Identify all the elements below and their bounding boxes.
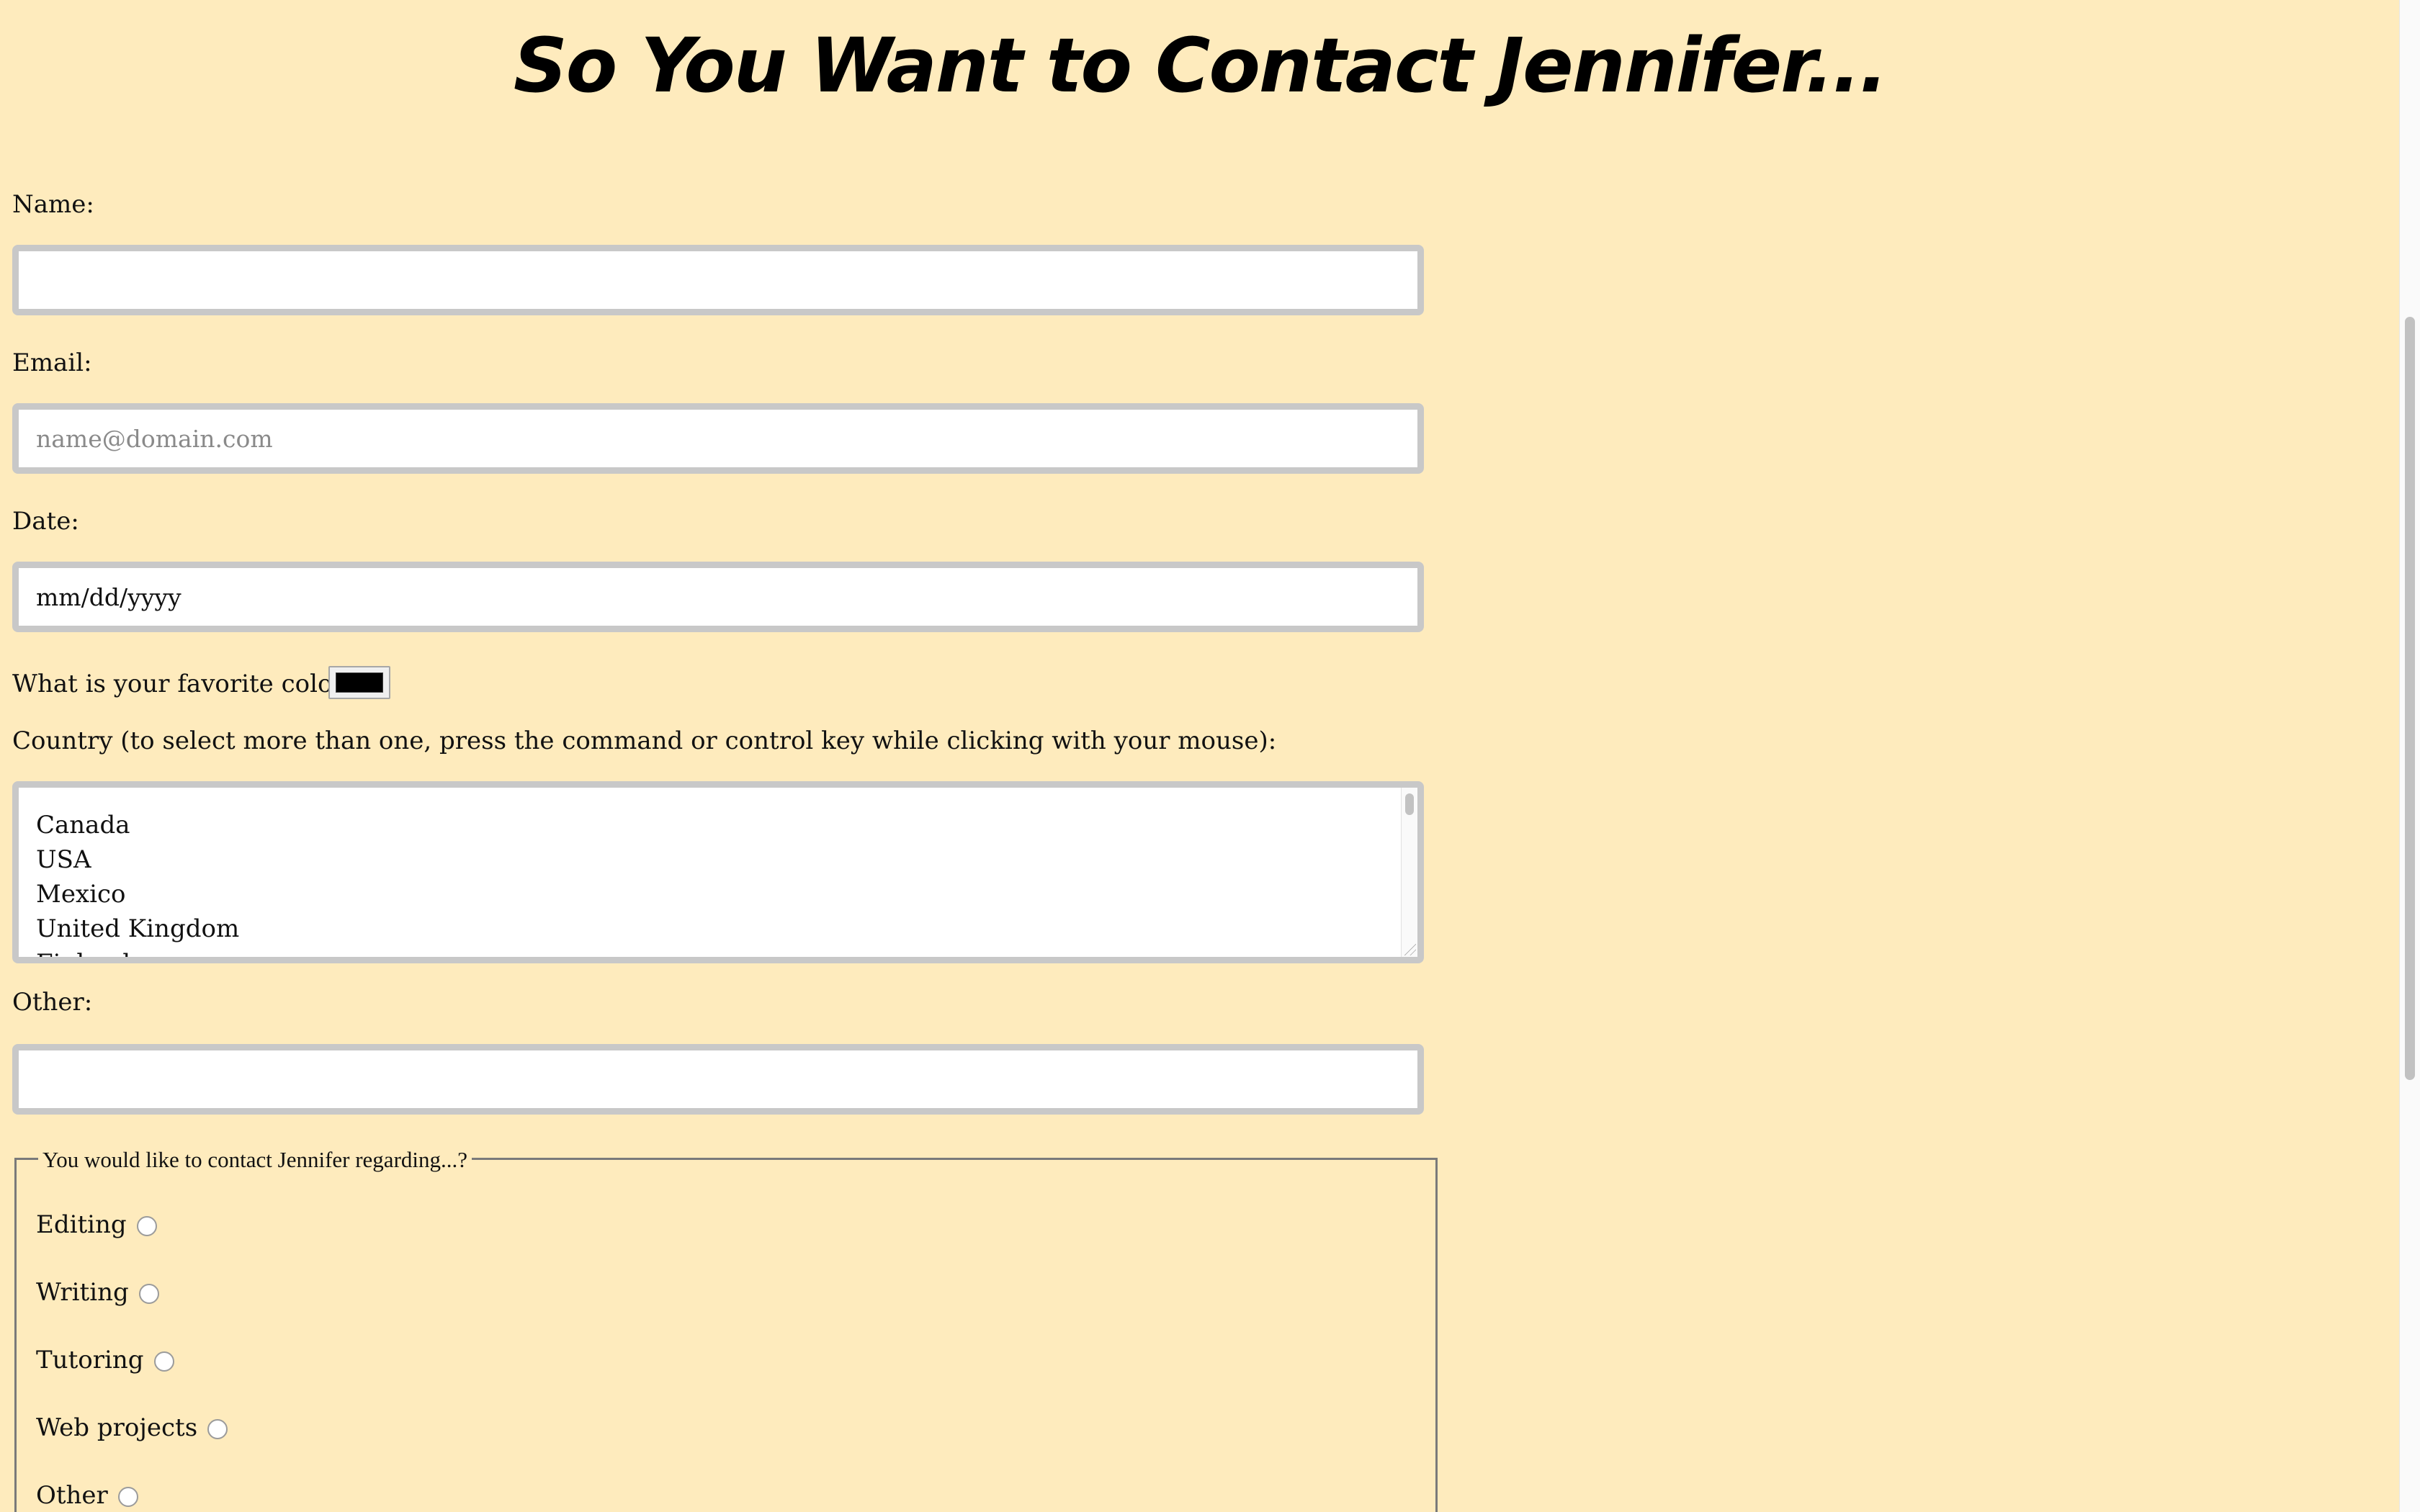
radio-label: Other	[36, 1481, 108, 1510]
date-label: Date:	[12, 507, 79, 536]
radio-label: Tutoring	[36, 1346, 144, 1374]
country-listbox[interactable]: Canada USA Mexico United Kingdom Finland	[12, 781, 1424, 963]
country-option[interactable]: Finland	[36, 946, 239, 957]
country-option[interactable]: Canada	[36, 808, 239, 842]
email-input[interactable]	[12, 403, 1424, 474]
country-label: Country (to select more than one, press …	[12, 726, 1277, 755]
radio-label: Web projects	[36, 1413, 198, 1442]
regarding-option-web-projects: Web projects	[36, 1413, 228, 1442]
regarding-option-other: Other	[36, 1481, 138, 1510]
country-option[interactable]: United Kingdom	[36, 912, 239, 946]
color-picker[interactable]	[328, 666, 390, 699]
listbox-scrollbar[interactable]	[1401, 788, 1417, 957]
radio-button[interactable]	[117, 1487, 138, 1507]
contact-page: So You Want to Contact Jennifer... Name:…	[0, 0, 2400, 1512]
color-swatch	[336, 672, 383, 693]
email-label: Email:	[12, 348, 92, 377]
radio-button[interactable]	[207, 1419, 228, 1439]
page-title: So You Want to Contact Jennifer...	[513, 22, 1888, 109]
resize-grip-icon[interactable]	[1404, 944, 1416, 955]
name-label: Name:	[12, 190, 94, 219]
page-scrollbar[interactable]	[2399, 0, 2420, 1512]
name-input[interactable]	[12, 245, 1424, 315]
country-option[interactable]: Mexico	[36, 877, 239, 912]
radio-label: Editing	[36, 1210, 127, 1239]
regarding-option-writing: Writing	[36, 1278, 159, 1307]
regarding-fieldset: You would like to contact Jennifer regar…	[14, 1146, 1438, 1512]
other-label: Other:	[12, 988, 93, 1017]
radio-button[interactable]	[153, 1351, 174, 1372]
favorite-color-label: What is your favorite color?	[12, 670, 357, 698]
country-options: Canada USA Mexico United Kingdom Finland	[36, 808, 239, 957]
listbox-scroll-thumb[interactable]	[1405, 793, 1414, 815]
date-input[interactable]	[12, 562, 1424, 632]
radio-button[interactable]	[138, 1284, 159, 1304]
radio-label: Writing	[36, 1278, 129, 1307]
country-option[interactable]: USA	[36, 842, 239, 877]
page-scroll-thumb[interactable]	[2405, 317, 2415, 1080]
regarding-option-tutoring: Tutoring	[36, 1346, 174, 1374]
radio-button[interactable]	[136, 1216, 157, 1236]
regarding-option-editing: Editing	[36, 1210, 157, 1239]
regarding-legend: You would like to contact Jennifer regar…	[38, 1146, 472, 1174]
other-input[interactable]	[12, 1044, 1424, 1115]
